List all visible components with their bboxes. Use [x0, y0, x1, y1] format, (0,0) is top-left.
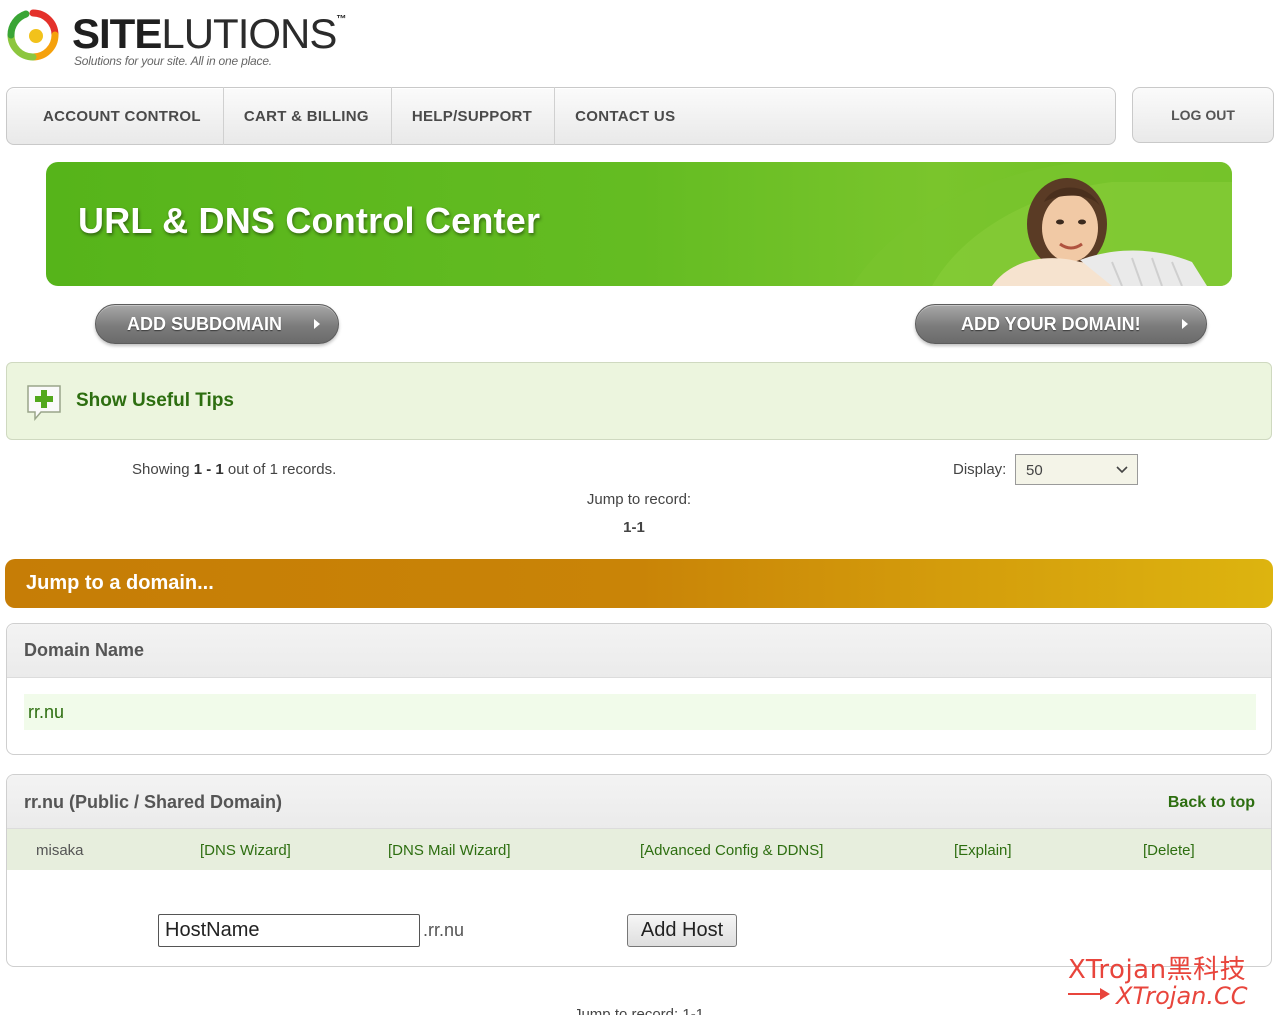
logout-button[interactable]: LOG OUT	[1132, 87, 1274, 143]
arrow-right-icon	[1068, 988, 1110, 1000]
logo-tagline: Solutions for your site. All in one plac…	[74, 54, 272, 68]
nav-contact-us[interactable]: CONTACT US	[555, 87, 697, 145]
display-count-select[interactable]: 50	[1015, 454, 1138, 485]
watermark-title: XTrojan黑科技	[1068, 955, 1247, 985]
arrow-right-icon	[314, 319, 320, 329]
page-title: URL & DNS Control Center	[78, 200, 541, 241]
domain-detail-title: rr.nu (Public / Shared Domain)	[24, 792, 283, 812]
hostname-input[interactable]	[158, 914, 420, 947]
page-banner: URL & DNS Control Center	[46, 162, 1232, 286]
watermark-url: XTrojan.CC	[1068, 982, 1248, 1010]
main-nav: ACCOUNT CONTROL CART & BILLING HELP/SUPP…	[6, 87, 1116, 145]
delete-link[interactable]: [Delete]	[1143, 842, 1195, 859]
useful-tips-panel: Show Useful Tips	[6, 362, 1272, 440]
jump-to-record-label: Jump to record:	[586, 491, 692, 508]
arrow-right-icon	[1182, 319, 1188, 329]
host-name: misaka	[36, 842, 84, 859]
banner-woman-illustration	[852, 162, 1232, 286]
add-subdomain-button[interactable]: ADD SUBDOMAIN	[95, 304, 339, 344]
show-tips-link[interactable]: Show Useful Tips	[76, 390, 234, 412]
dns-mail-wizard-link[interactable]: [DNS Mail Wizard]	[388, 842, 511, 859]
domain-list: Domain Name rr.nu	[6, 623, 1272, 755]
add-domain-button[interactable]: ADD YOUR DOMAIN!	[915, 304, 1207, 344]
site-logo[interactable]: SITELUTIONS™ Solutions for your site. Al…	[6, 8, 346, 72]
domain-list-header: Domain Name	[7, 624, 1271, 678]
domain-name-link[interactable]: rr.nu	[28, 702, 64, 723]
nav-account-control[interactable]: ACCOUNT CONTROL	[7, 87, 224, 145]
jump-to-domain-bar: Jump to a domain...	[5, 559, 1273, 608]
jump-to-domain-title: Jump to a domain...	[26, 572, 214, 594]
nav-cart-billing[interactable]: CART & BILLING	[224, 87, 392, 145]
plus-speech-bubble-icon[interactable]	[25, 383, 63, 421]
logo-wordmark: SITELUTIONS™	[72, 10, 346, 57]
display-label: Display:	[953, 461, 1007, 478]
nav-help-support[interactable]: HELP/SUPPORT	[392, 87, 556, 145]
domain-suffix: .rr.nu	[423, 920, 465, 940]
domain-row[interactable]: rr.nu	[24, 694, 1256, 730]
domain-detail-panel: rr.nu (Public / Shared Domain) Back to t…	[6, 774, 1272, 967]
chevron-down-icon	[1116, 466, 1128, 474]
back-to-top-link[interactable]: Back to top	[1168, 794, 1255, 812]
add-host-button[interactable]: Add Host	[627, 914, 737, 947]
explain-link[interactable]: [Explain]	[954, 842, 1012, 859]
logo-swirl-icon	[7, 9, 59, 61]
host-record-row: misaka [DNS Wizard] [DNS Mail Wizard] [A…	[7, 829, 1271, 870]
domain-detail-header: rr.nu (Public / Shared Domain) Back to t…	[7, 775, 1271, 829]
advanced-config-link[interactable]: [Advanced Config & DDNS]	[640, 842, 823, 859]
dns-wizard-link[interactable]: [DNS Wizard]	[200, 842, 291, 859]
records-summary: Showing 1 - 1 out of 1 records.	[132, 461, 337, 478]
domain-name-column-header: Domain Name	[24, 640, 145, 660]
jump-to-record-link[interactable]: 1-1	[0, 519, 1268, 536]
